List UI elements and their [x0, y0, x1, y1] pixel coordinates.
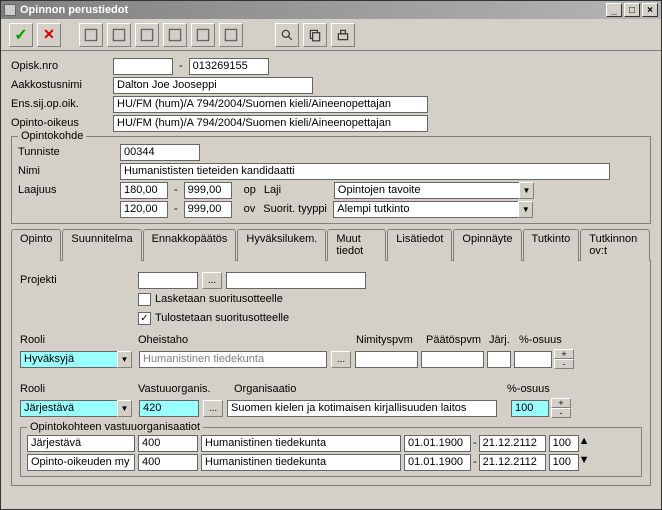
nav-button-4[interactable]: [163, 23, 187, 47]
oheistaho-field[interactable]: [139, 351, 327, 368]
label-ov: ov: [232, 203, 264, 215]
chevron-down-icon[interactable]: ▼: [519, 182, 534, 199]
cancel-button[interactable]: ✕: [37, 23, 61, 47]
vastuu-name-field[interactable]: [227, 400, 497, 417]
label-tulostetaan: Tulostetaan suoritusotteelle: [155, 312, 289, 324]
projekti-field[interactable]: [138, 272, 198, 289]
projekti-name-field[interactable]: [226, 272, 366, 289]
accept-button[interactable]: ✓: [9, 23, 33, 47]
label-op: op: [232, 184, 264, 196]
tab-opinto[interactable]: Opinto: [11, 229, 61, 261]
close-button[interactable]: ×: [642, 3, 658, 17]
tulostetaan-checkbox[interactable]: ✓: [138, 312, 151, 325]
add-row-button[interactable]: +: [554, 349, 574, 359]
opoik-field[interactable]: [113, 115, 428, 132]
print-icon[interactable]: [331, 23, 355, 47]
rooli1-combo[interactable]: ▼: [20, 351, 132, 368]
laajuus-2b[interactable]: [184, 201, 232, 218]
vastuu-legend: Opintokohteen vastuuorganisaatiot: [27, 421, 203, 433]
laajuus-1a[interactable]: [120, 182, 168, 199]
nimi-field[interactable]: [120, 163, 610, 180]
nav-button-2[interactable]: [107, 23, 131, 47]
nav-button-1[interactable]: [79, 23, 103, 47]
tab-suunnitelma[interactable]: Suunnitelma: [62, 229, 141, 261]
scroll-up-icon[interactable]: ▲: [579, 435, 593, 452]
laji-combo[interactable]: ▼: [334, 182, 534, 199]
label-aakk: Aakkostusnimi: [11, 79, 113, 91]
toolbar: ✓ ✕: [1, 19, 661, 51]
add-row-button-2[interactable]: +: [551, 398, 571, 408]
opintokohde-legend: Opintokohde: [18, 130, 86, 142]
label-rooli: Rooli: [20, 334, 138, 346]
vastuu-code-field[interactable]: [139, 400, 199, 417]
label-nimityspvm: Nimityspvm: [356, 334, 426, 346]
label-vastuuorg: Vastuuorganis.: [138, 383, 234, 395]
remove-row-button-2[interactable]: -: [551, 408, 571, 418]
nav-button-6[interactable]: [219, 23, 243, 47]
chevron-down-icon[interactable]: ▼: [518, 201, 533, 218]
label-oheistaho: Oheistaho: [138, 334, 356, 346]
paatospvm-field[interactable]: [421, 351, 484, 368]
window-title: Opinnon perustiedot: [20, 4, 128, 16]
maximize-button[interactable]: □: [624, 3, 640, 17]
tunniste-field[interactable]: [120, 144, 200, 161]
tab-ennakkopaatos[interactable]: Ennakkopäätös: [143, 229, 237, 261]
tab-muut-tiedot[interactable]: Muut tiedot: [327, 229, 386, 261]
table-row[interactable]: [27, 454, 135, 471]
nimityspvm-field[interactable]: [355, 351, 418, 368]
oheistaho-lookup-button[interactable]: ...: [331, 351, 351, 368]
tab-hyvaksilukem[interactable]: Hyväksilukem.: [237, 229, 326, 261]
label-osuus-1: %-osuus: [519, 334, 562, 346]
copy-icon[interactable]: [303, 23, 327, 47]
projekti-lookup-button[interactable]: ...: [202, 272, 222, 289]
tab-strip: Opinto Suunnitelma Ennakkopäätös Hyväksi…: [11, 228, 651, 261]
tab-lisatiedot[interactable]: Lisätiedot: [387, 229, 452, 261]
titlebar: Opinnon perustiedot _ □ ×: [1, 1, 661, 19]
tab-tutkinto[interactable]: Tutkinto: [523, 229, 580, 261]
laajuus-1b[interactable]: [184, 182, 232, 199]
label-rooli-2: Rooli: [20, 383, 138, 395]
scroll-down-icon[interactable]: ▼: [579, 454, 593, 471]
tab-opinnayte[interactable]: Opinnäyte: [453, 229, 521, 261]
label-ens: Ens.sij.op.oik.: [11, 98, 113, 110]
table-row[interactable]: [27, 435, 135, 452]
label-opoik: Opinto-oikeus: [11, 117, 113, 129]
label-organisaatio: Organisaatio: [234, 383, 507, 395]
label-nimi: Nimi: [18, 165, 120, 177]
minimize-button[interactable]: _: [606, 3, 622, 17]
tab-tutkinnon-ov[interactable]: Tutkinnon ov:t: [580, 229, 650, 261]
label-jarj: Järj.: [489, 334, 519, 346]
styyppi-combo[interactable]: ▼: [333, 201, 533, 218]
remove-row-button[interactable]: -: [554, 359, 574, 369]
chevron-down-icon[interactable]: ▼: [117, 400, 132, 417]
nav-button-3[interactable]: [135, 23, 159, 47]
rooli2-combo[interactable]: ▼: [20, 400, 132, 417]
laajuus-2a[interactable]: [120, 201, 168, 218]
opintokohde-group: Opintokohde Tunniste Nimi Laajuus - op L…: [11, 136, 651, 224]
ens-field[interactable]: [113, 96, 428, 113]
osuus2-field[interactable]: [511, 400, 549, 417]
tab-panel-muut: Projekti ... Lasketaan suoritusotteelle …: [11, 261, 651, 486]
jarj-field[interactable]: [487, 351, 511, 368]
aakk-field[interactable]: [113, 77, 313, 94]
chevron-down-icon[interactable]: ▼: [117, 351, 132, 368]
nav-button-5[interactable]: [191, 23, 215, 47]
search-icon[interactable]: [275, 23, 299, 47]
opisk-field-1[interactable]: [113, 58, 173, 75]
label-paatospvm: Päätöspvm: [426, 334, 489, 346]
label-lasketaan: Lasketaan suoritusotteelle: [155, 293, 283, 305]
label-projekti: Projekti: [20, 274, 138, 286]
label-tunniste: Tunniste: [18, 146, 120, 158]
label-opisk: Opisk.nro: [11, 60, 113, 72]
lasketaan-checkbox[interactable]: [138, 293, 151, 306]
opisk-field-2[interactable]: [189, 58, 269, 75]
osuus1-field[interactable]: [514, 351, 552, 368]
vastuu-table-group: Opintokohteen vastuuorganisaatiot - ▲: [20, 427, 642, 477]
label-laajuus: Laajuus: [18, 184, 120, 196]
label-styyppi: Suorit. tyyppi: [263, 203, 333, 215]
label-osuus-2: %-osuus: [507, 383, 550, 395]
label-laji: Laji: [264, 184, 334, 196]
vastuu-lookup-button[interactable]: ...: [203, 400, 223, 417]
app-icon: [4, 4, 16, 16]
